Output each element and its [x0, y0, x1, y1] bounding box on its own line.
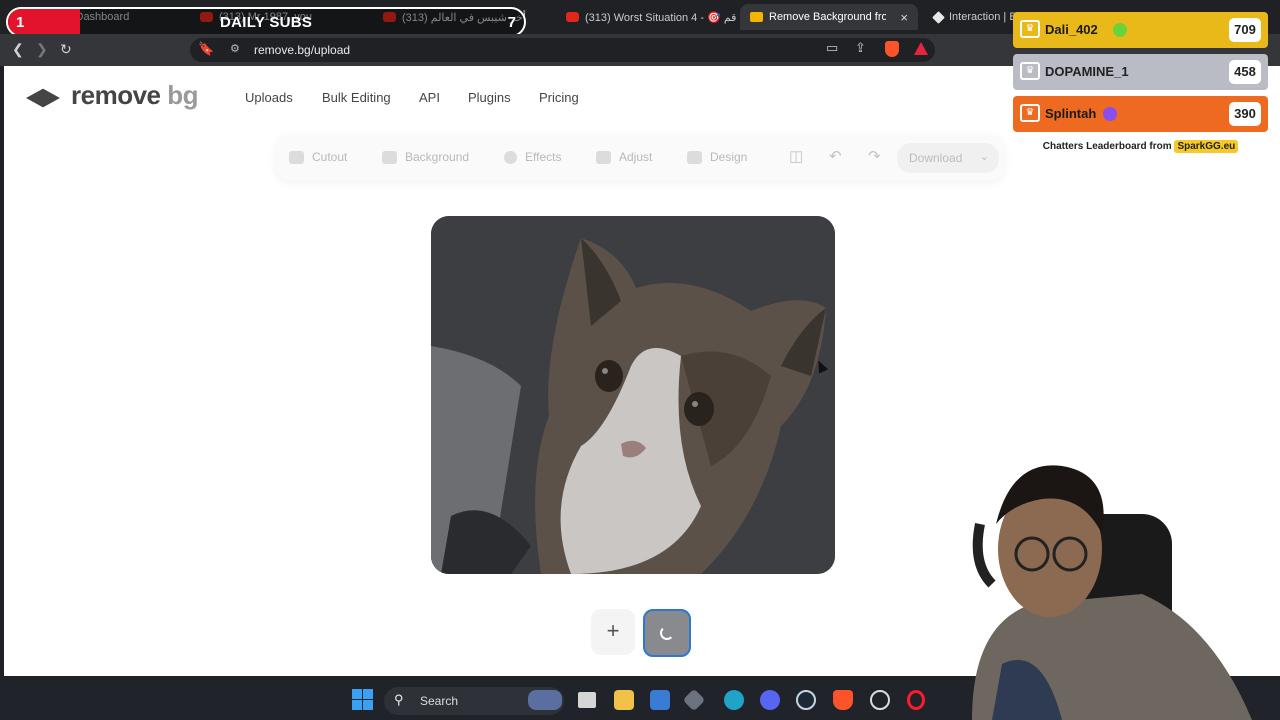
tab-youtube-3[interactable]: (313) Worst Situation 4 - 🎯 قم [556, 4, 736, 30]
effects-icon [504, 150, 517, 164]
back-icon[interactable]: ❮ [12, 41, 24, 58]
tab-title: (313) Worst Situation 4 - 🎯 قم [585, 11, 736, 24]
opera-icon[interactable] [907, 690, 925, 710]
tool-label: Cutout [312, 150, 348, 164]
editor-toolbar: Cutout Background Effects Adjust Design … [276, 135, 1004, 181]
crown-icon: ♛ [1020, 20, 1040, 38]
logo-text: remove bg [71, 80, 198, 110]
leaderboard-name: Splintah [1045, 106, 1097, 121]
design-icon [687, 150, 702, 164]
download-label: Download [909, 151, 963, 165]
brave-shields-icon[interactable] [885, 41, 899, 57]
bookmark-icon[interactable]: 🔖 [198, 41, 214, 57]
tab-remove-bg[interactable]: Remove Background from I × [740, 4, 918, 30]
tab-title: Remove Background from I [769, 11, 887, 23]
chatter-badge-icon [1113, 23, 1127, 37]
removebg-favicon-icon [750, 12, 763, 22]
tool-label: Design [710, 150, 748, 164]
add-image-button[interactable]: + [591, 609, 635, 655]
removebg-logo[interactable]: remove bg [26, 80, 198, 113]
task-view-icon[interactable] [578, 692, 596, 708]
daily-subs-bar: 1 DAILY SUBS 7 [6, 7, 526, 37]
leaderboard-row: ♛ Dali_402 709 [1013, 12, 1268, 48]
nav-uploads[interactable]: Uploads [245, 90, 293, 105]
address-bar[interactable]: 🔖 ⚙ remove.bg/upload [190, 38, 935, 62]
close-tab-icon[interactable]: × [900, 10, 908, 25]
daily-subs-count: 1 [16, 14, 25, 31]
tool-background[interactable]: Background [382, 150, 469, 164]
edge-icon[interactable] [724, 690, 744, 710]
image-preview[interactable] [431, 216, 835, 574]
nav-api[interactable]: API [419, 90, 440, 105]
leaderboard-footer-text: Chatters Leaderboard from [1042, 141, 1172, 152]
leaderboard-row: ♛ DOPAMINE_1 458 [1013, 54, 1268, 90]
tab-favicon-icon [932, 10, 945, 24]
adjust-icon [596, 150, 611, 164]
brave-icon[interactable] [833, 690, 853, 710]
leaderboard-score: 709 [1229, 18, 1261, 42]
redo-icon[interactable]: ↷ [868, 147, 881, 165]
tab-interaction[interactable]: Interaction | B [924, 4, 1024, 30]
daily-subs-label: DAILY SUBS [220, 14, 313, 31]
nav-bulk-editing[interactable]: Bulk Editing [322, 90, 391, 105]
leaderboard-row: ♛ Splintah 390 [1013, 96, 1268, 132]
undo-icon[interactable]: ↶ [829, 147, 842, 165]
tool-adjust[interactable]: Adjust [596, 150, 652, 164]
obs-icon[interactable] [870, 690, 890, 710]
leaderboard-score: 458 [1229, 60, 1261, 84]
crown-icon: ♛ [1020, 62, 1040, 80]
chatter-badge-icon [1103, 107, 1117, 121]
url-text[interactable]: remove.bg/upload [254, 43, 350, 57]
streamer-webcam [972, 465, 1252, 720]
search-icon: ⚲ [394, 692, 404, 707]
tool-cutout[interactable]: Cutout [289, 150, 347, 164]
tool-label: Adjust [619, 150, 653, 164]
leaderboard-score: 390 [1229, 102, 1261, 126]
leaderboard-name: DOPAMINE_1 [1045, 64, 1129, 79]
daily-subs-goal: 7 [507, 14, 516, 31]
tool-label: Background [405, 150, 470, 164]
leaderboard-footer: Chatters Leaderboard from SparkGG.eu [1013, 138, 1268, 156]
search-placeholder: Search [420, 694, 459, 708]
webcam-overlay [952, 454, 1280, 720]
forward-icon[interactable]: ❯ [36, 41, 48, 58]
share-icon[interactable]: ⇪ [855, 40, 866, 56]
taskbar-widget-icon[interactable] [528, 690, 562, 710]
steam-icon[interactable] [796, 690, 816, 710]
sparkgg-brand: SparkGG.eu [1174, 140, 1239, 153]
nav-plugins[interactable]: Plugins [468, 90, 511, 105]
app-icon[interactable] [682, 688, 706, 712]
chevron-down-icon: ⌄ [979, 151, 989, 163]
leaderboard-name: Dali_402 [1045, 22, 1098, 37]
tool-label: Effects [525, 150, 562, 164]
windows-start-icon[interactable] [352, 689, 373, 710]
cat-photo [431, 216, 835, 574]
file-explorer-icon[interactable] [614, 690, 634, 710]
discord-icon[interactable] [760, 690, 780, 710]
image-icon [382, 150, 397, 164]
microsoft-store-icon[interactable] [650, 690, 670, 710]
cast-icon[interactable]: ▭ [826, 40, 838, 56]
logo-layers-icon [26, 82, 63, 113]
reload-icon[interactable]: ↻ [60, 41, 72, 58]
tab-title: Interaction | B [949, 11, 1017, 23]
tool-effects[interactable]: Effects [504, 150, 561, 164]
tool-design[interactable]: Design [687, 150, 747, 164]
screen: ick Dashboard (313) Mr 1987, you أخر شيب… [0, 0, 1280, 720]
selected-image-thumbnail[interactable] [643, 609, 691, 657]
brave-rewards-icon[interactable] [914, 42, 928, 55]
brush-icon [289, 150, 304, 164]
compare-icon[interactable]: ◫ [789, 147, 803, 165]
download-button[interactable]: Download ⌄ [897, 143, 999, 173]
loading-spinner-icon [660, 626, 674, 640]
youtube-icon [566, 12, 579, 22]
nav-pricing[interactable]: Pricing [539, 90, 579, 105]
site-info-icon[interactable]: ⚙ [230, 42, 240, 55]
crown-icon: ♛ [1020, 104, 1040, 122]
